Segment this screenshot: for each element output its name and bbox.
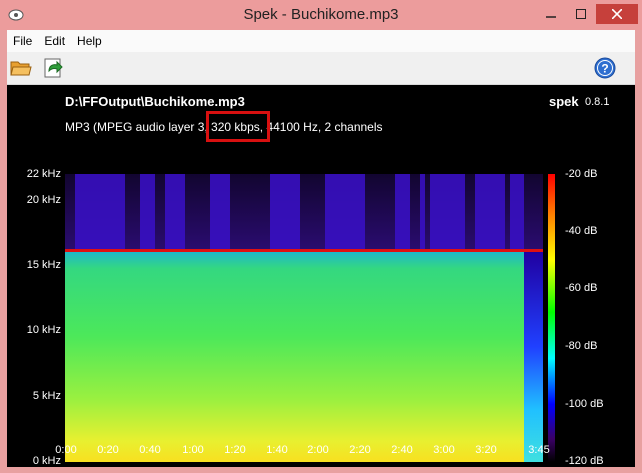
freq-tick: 15 kHz xyxy=(26,259,61,271)
menu-edit[interactable]: Edit xyxy=(38,30,71,52)
minimize-icon xyxy=(546,16,556,18)
help-button[interactable]: ? xyxy=(593,56,617,80)
freq-tick: 5 kHz xyxy=(32,390,61,402)
time-tick: 1:20 xyxy=(224,444,246,456)
db-tick: -20 dB xyxy=(565,168,598,180)
time-tick: 3:45 xyxy=(528,444,550,456)
fade-out-region xyxy=(524,252,543,462)
time-tick: 3:20 xyxy=(475,444,497,456)
close-button[interactable] xyxy=(596,4,638,24)
db-tick: -100 dB xyxy=(565,398,604,410)
burst-band xyxy=(510,174,524,250)
svg-text:?: ? xyxy=(601,62,608,76)
folder-open-icon xyxy=(10,61,32,76)
save-button[interactable] xyxy=(41,56,65,80)
burst-band xyxy=(430,174,465,250)
freq-tick: 22 kHz xyxy=(26,168,61,180)
burst-band xyxy=(210,174,230,250)
audio-energy-region xyxy=(65,252,524,462)
menu-help[interactable]: Help xyxy=(71,30,108,52)
maximize-button[interactable] xyxy=(568,4,594,24)
brand-name: spek xyxy=(549,94,579,109)
save-icon xyxy=(44,58,63,78)
db-tick: -60 dB xyxy=(565,282,598,294)
db-tick: -80 dB xyxy=(565,340,598,352)
burst-band xyxy=(140,174,155,250)
window-client: File Edit Help ? D:\FFOutput\Buchikome.m xyxy=(7,30,635,467)
maximize-icon xyxy=(576,9,586,19)
time-tick: 2:00 xyxy=(307,444,329,456)
help-icon: ? xyxy=(594,57,616,79)
upper-band-bursts xyxy=(75,174,524,250)
time-tick: 2:20 xyxy=(349,444,371,456)
burst-band xyxy=(420,174,425,250)
freq-tick: 20 kHz xyxy=(26,194,61,206)
time-tick: 0:40 xyxy=(139,444,161,456)
spectrogram-viewer: D:\FFOutput\Buchikome.mp3 spek 0.8.1 MP3… xyxy=(7,85,635,467)
toolbar: ? xyxy=(7,52,635,85)
time-tick: 1:40 xyxy=(266,444,288,456)
burst-band xyxy=(75,174,125,250)
bitrate-highlight-box xyxy=(206,111,270,142)
time-tick: 3:00 xyxy=(433,444,455,456)
db-tick: -40 dB xyxy=(565,225,598,237)
close-icon xyxy=(612,9,622,19)
brand-version: 0.8.1 xyxy=(585,96,610,108)
db-colorbar xyxy=(548,174,555,462)
freq-tick: 0 kHz xyxy=(32,455,61,467)
freq-tick: 10 kHz xyxy=(26,324,61,336)
burst-band xyxy=(475,174,505,250)
title-bar: Spek - Buchikome.mp3 xyxy=(0,0,642,30)
info-rate-channels: 44100 Hz, 2 channels xyxy=(263,120,383,134)
time-tick: 0:20 xyxy=(97,444,119,456)
burst-band xyxy=(395,174,410,250)
spectrogram-plot xyxy=(65,174,543,462)
burst-band xyxy=(325,174,365,250)
upper-band xyxy=(65,174,543,250)
minimize-button[interactable] xyxy=(538,4,564,24)
file-path: D:\FFOutput\Buchikome.mp3 xyxy=(65,94,245,109)
time-tick: 0:00 xyxy=(55,444,77,456)
time-tick: 1:00 xyxy=(182,444,204,456)
burst-band xyxy=(165,174,185,250)
db-tick: -120 dB xyxy=(565,455,604,467)
open-button[interactable] xyxy=(9,56,33,80)
burst-band xyxy=(270,174,300,250)
info-format: MP3 (MPEG audio layer 3 xyxy=(65,120,205,134)
time-tick: 2:40 xyxy=(391,444,413,456)
menu-file[interactable]: File xyxy=(7,30,38,52)
menu-bar: File Edit Help xyxy=(7,30,635,52)
